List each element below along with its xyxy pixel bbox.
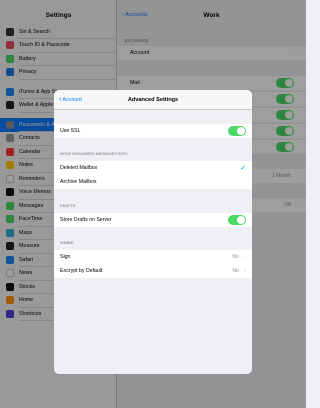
deleted-mailbox-row[interactable]: Deleted Mailbox ✓: [54, 161, 252, 175]
checkmark-icon: ✓: [240, 165, 246, 172]
chevron-right-icon: ›: [244, 268, 246, 274]
archive-mailbox-label: Archive Mailbox: [60, 179, 97, 185]
modal-title: Advanced Settings: [127, 97, 179, 103]
use-ssl-label: Use SSL: [60, 128, 81, 134]
store-drafts-label: Store Drafts on Server: [60, 217, 112, 223]
chevron-right-icon: ›: [244, 254, 246, 260]
sign-value: No: [232, 254, 239, 260]
encrypt-row[interactable]: Encrypt by Default No ›: [54, 264, 252, 278]
section-smime: S/MIME: [60, 241, 74, 245]
archive-mailbox-row[interactable]: Archive Mailbox: [54, 175, 252, 189]
modal-header: ‹ Account Advanced Settings: [54, 90, 252, 110]
section-drafts: DRAFTS: [60, 204, 76, 208]
store-drafts-toggle[interactable]: [228, 215, 246, 225]
advanced-settings-modal: ‹ Account Advanced Settings Use SSL MOVE…: [54, 90, 252, 374]
section-move-discarded: MOVE DISCARDED MESSAGES INTO:: [60, 152, 129, 156]
store-drafts-row: Store Drafts on Server: [54, 213, 252, 227]
use-ssl-toggle[interactable]: [228, 126, 246, 136]
deleted-mailbox-label: Deleted Mailbox: [60, 165, 98, 171]
use-ssl-row: Use SSL: [54, 124, 252, 138]
sign-row[interactable]: Sign No ›: [54, 250, 252, 264]
sign-label: Sign: [60, 254, 71, 260]
encrypt-value: No: [232, 268, 239, 274]
encrypt-label: Encrypt by Default: [60, 268, 103, 274]
